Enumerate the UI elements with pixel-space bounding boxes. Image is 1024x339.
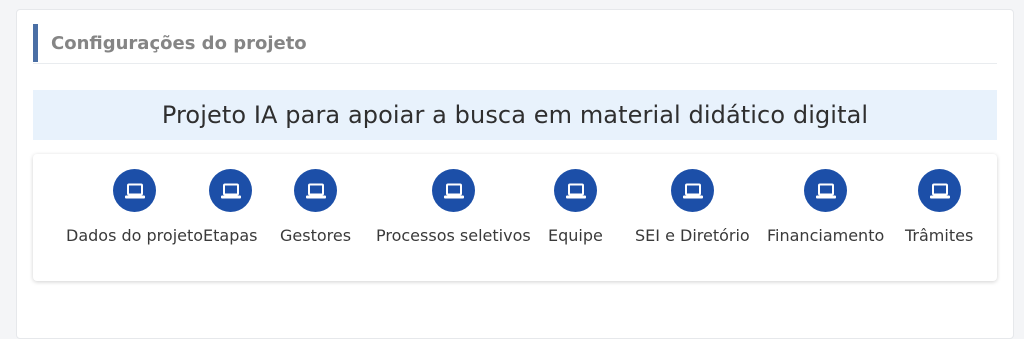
menu-item-processos-seletivos[interactable]: Processos seletivos xyxy=(363,154,543,281)
menu-item-label: SEI e Diretório xyxy=(635,226,750,245)
menu-item-etapas[interactable]: Etapas xyxy=(197,154,263,281)
laptop-icon xyxy=(554,169,597,212)
menu-item-financiamento[interactable]: Financiamento xyxy=(750,154,900,281)
laptop-icon xyxy=(209,169,252,212)
project-name: Projeto IA para apoiar a busca em materi… xyxy=(161,101,869,129)
project-settings-card: Configurações do projeto Projeto IA para… xyxy=(16,9,1014,339)
project-menu: Dados do projeto Etapas Gestores Process… xyxy=(33,154,997,281)
menu-item-label: Etapas xyxy=(203,226,258,245)
laptop-icon xyxy=(432,169,475,212)
menu-item-label: Dados do projeto xyxy=(66,226,204,245)
section-title: Configurações do projeto xyxy=(51,33,307,54)
laptop-icon xyxy=(918,169,961,212)
menu-item-label: Processos seletivos xyxy=(376,226,531,245)
menu-item-label: Gestores xyxy=(280,226,352,245)
project-banner: Projeto IA para apoiar a busca em materi… xyxy=(33,90,997,140)
section-header: Configurações do projeto xyxy=(33,24,997,64)
menu-item-label: Trâmites xyxy=(905,226,974,245)
menu-item-label: Equipe xyxy=(548,226,603,245)
laptop-icon xyxy=(671,169,714,212)
menu-item-gestores[interactable]: Gestores xyxy=(272,154,358,281)
menu-item-equipe[interactable]: Equipe xyxy=(540,154,610,281)
laptop-icon xyxy=(804,169,847,212)
laptop-icon xyxy=(113,169,156,212)
laptop-icon xyxy=(294,169,337,212)
section-accent-bar xyxy=(33,24,38,62)
menu-item-tramites[interactable]: Trâmites xyxy=(889,154,989,281)
menu-item-sei-e-diretorio[interactable]: SEI e Diretório xyxy=(617,154,767,281)
menu-item-label: Financiamento xyxy=(767,226,885,245)
